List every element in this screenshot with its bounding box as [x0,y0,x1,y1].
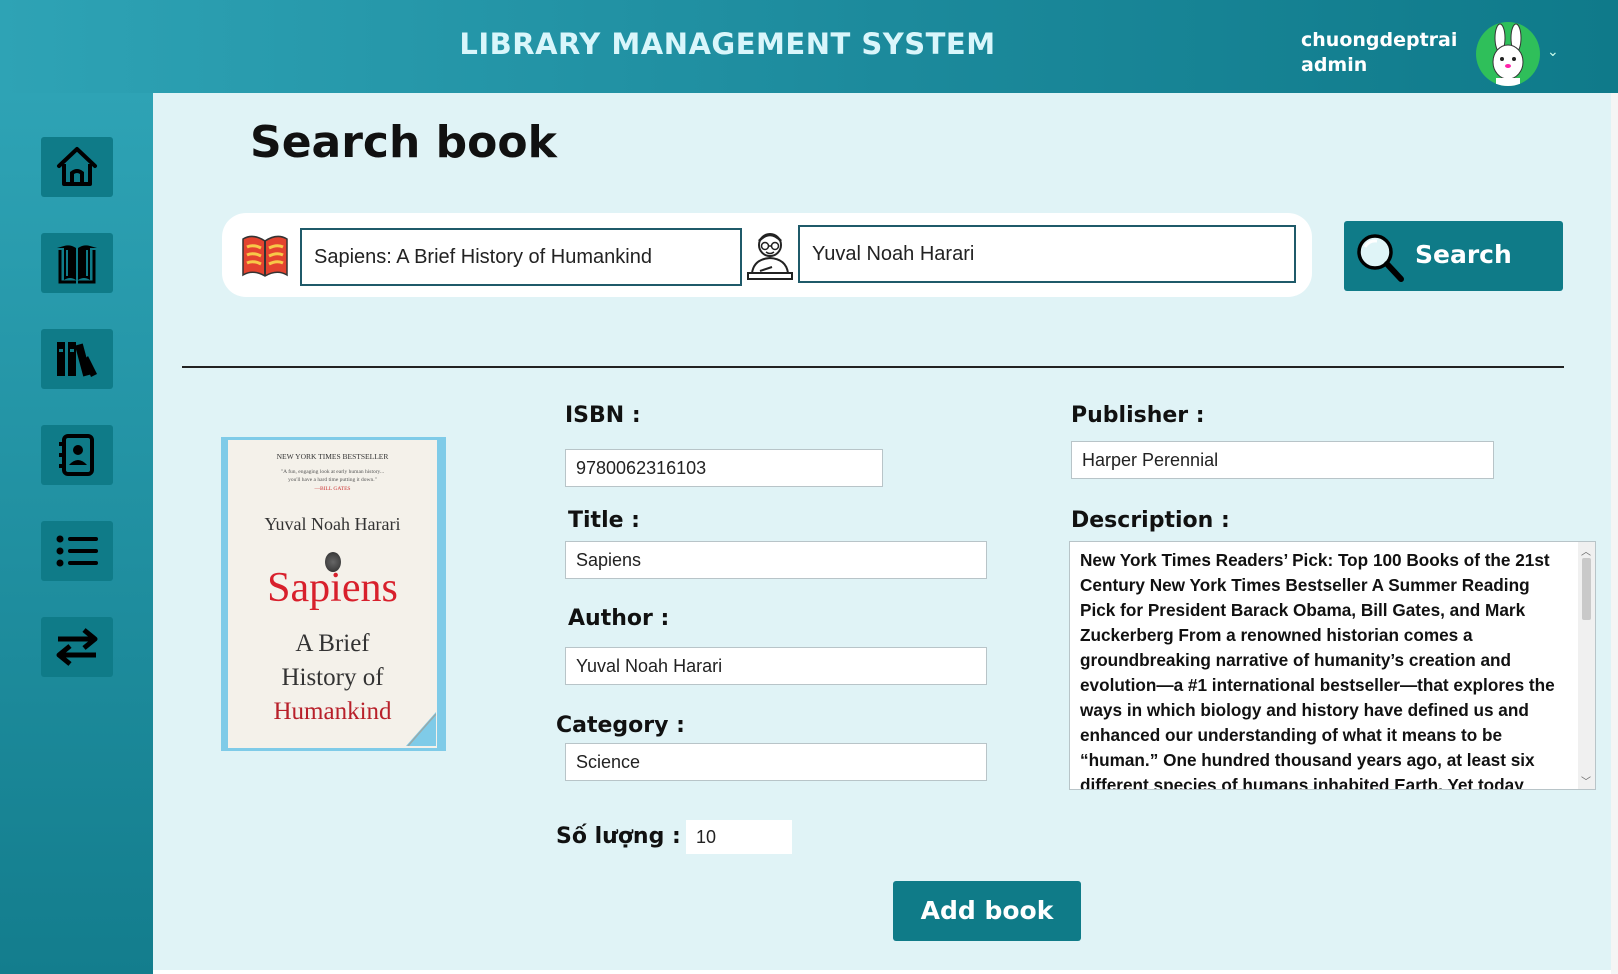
search-button[interactable]: Search [1344,221,1563,291]
isbn-label: ISBN : [565,403,641,428]
title-label: Title : [568,508,640,533]
window-edge [1611,93,1618,974]
search-button-label: Search [1415,240,1512,269]
sidebar-item-transactions[interactable] [41,617,113,677]
page-curl-icon [406,712,436,746]
open-book-icon [57,245,97,284]
add-book-button[interactable]: Add book [893,881,1081,941]
cover-banner: NEW YORK TIMES BESTSELLER [276,452,389,461]
cover-blurb-line2: you'll have a hard time putting it down.… [288,477,377,483]
cover-blurb-attribution: —BILL GATES [314,486,351,492]
author-label: Author : [568,606,670,631]
cover-author: Yuval Noah Harari [264,514,401,534]
cover-subtitle-2: History of [281,664,384,691]
quantity-field[interactable] [686,820,792,854]
sidebar-item-books[interactable] [41,233,113,293]
scroll-thumb[interactable] [1582,558,1591,620]
isbn-field[interactable] [565,449,883,487]
cover-blurb: "A fun, engaging look at early human his… [280,469,385,475]
sidebar-item-library[interactable] [41,329,113,389]
description-label: Description : [1071,508,1230,533]
title-field[interactable] [565,541,987,579]
scroll-down-icon[interactable]: ﹀ [1581,773,1591,788]
scroll-up-icon[interactable]: ︿ [1581,543,1591,558]
author-field[interactable] [565,647,987,685]
user-info[interactable]: chuongdeptrai admin [1301,28,1457,78]
sidebar [0,93,153,974]
author-search-input[interactable] [798,225,1296,283]
search-bar [222,213,1312,297]
username: chuongdeptrai [1301,29,1458,51]
page-title: Search book [250,117,557,168]
publisher-label: Publisher : [1071,403,1205,428]
swap-arrows-icon [56,628,98,666]
publisher-field[interactable] [1071,441,1494,479]
cover-title: Sapiens [267,565,398,611]
sidebar-item-contacts[interactable] [41,425,113,485]
book-title-search-input[interactable] [300,228,742,286]
bookshelf-icon [57,342,97,377]
search-icon [1357,234,1404,282]
author-icon [747,233,793,280]
top-header: LIBRARY MANAGEMENT SYSTEM chuongdeptrai … [0,0,1618,93]
chevron-down-icon[interactable]: ⌄ [1547,44,1559,60]
book-cover-image: NEW YORK TIMES BESTSELLER "A fun, engagi… [221,437,446,751]
description-text: New York Times Readers’ Pick: Top 100 Bo… [1080,550,1555,790]
cover-subtitle-1: A Brief [295,630,370,657]
sidebar-item-list[interactable] [41,521,113,581]
sidebar-item-home[interactable] [41,137,113,197]
list-icon [56,535,98,567]
home-icon [57,147,97,186]
category-field[interactable] [565,743,987,781]
category-label: Category : [556,713,685,738]
divider [182,366,1564,368]
contact-book-icon [59,434,94,476]
rabbit-avatar-icon[interactable] [1476,22,1540,86]
book-icon [242,235,288,277]
quantity-label: Số lượng : [556,824,681,849]
app-title: LIBRARY MANAGEMENT SYSTEM [459,27,996,61]
description-scrollbar[interactable]: ︿ ﹀ [1578,542,1595,789]
user-role: admin [1301,54,1368,76]
description-textarea[interactable]: New York Times Readers’ Pick: Top 100 Bo… [1069,541,1596,790]
